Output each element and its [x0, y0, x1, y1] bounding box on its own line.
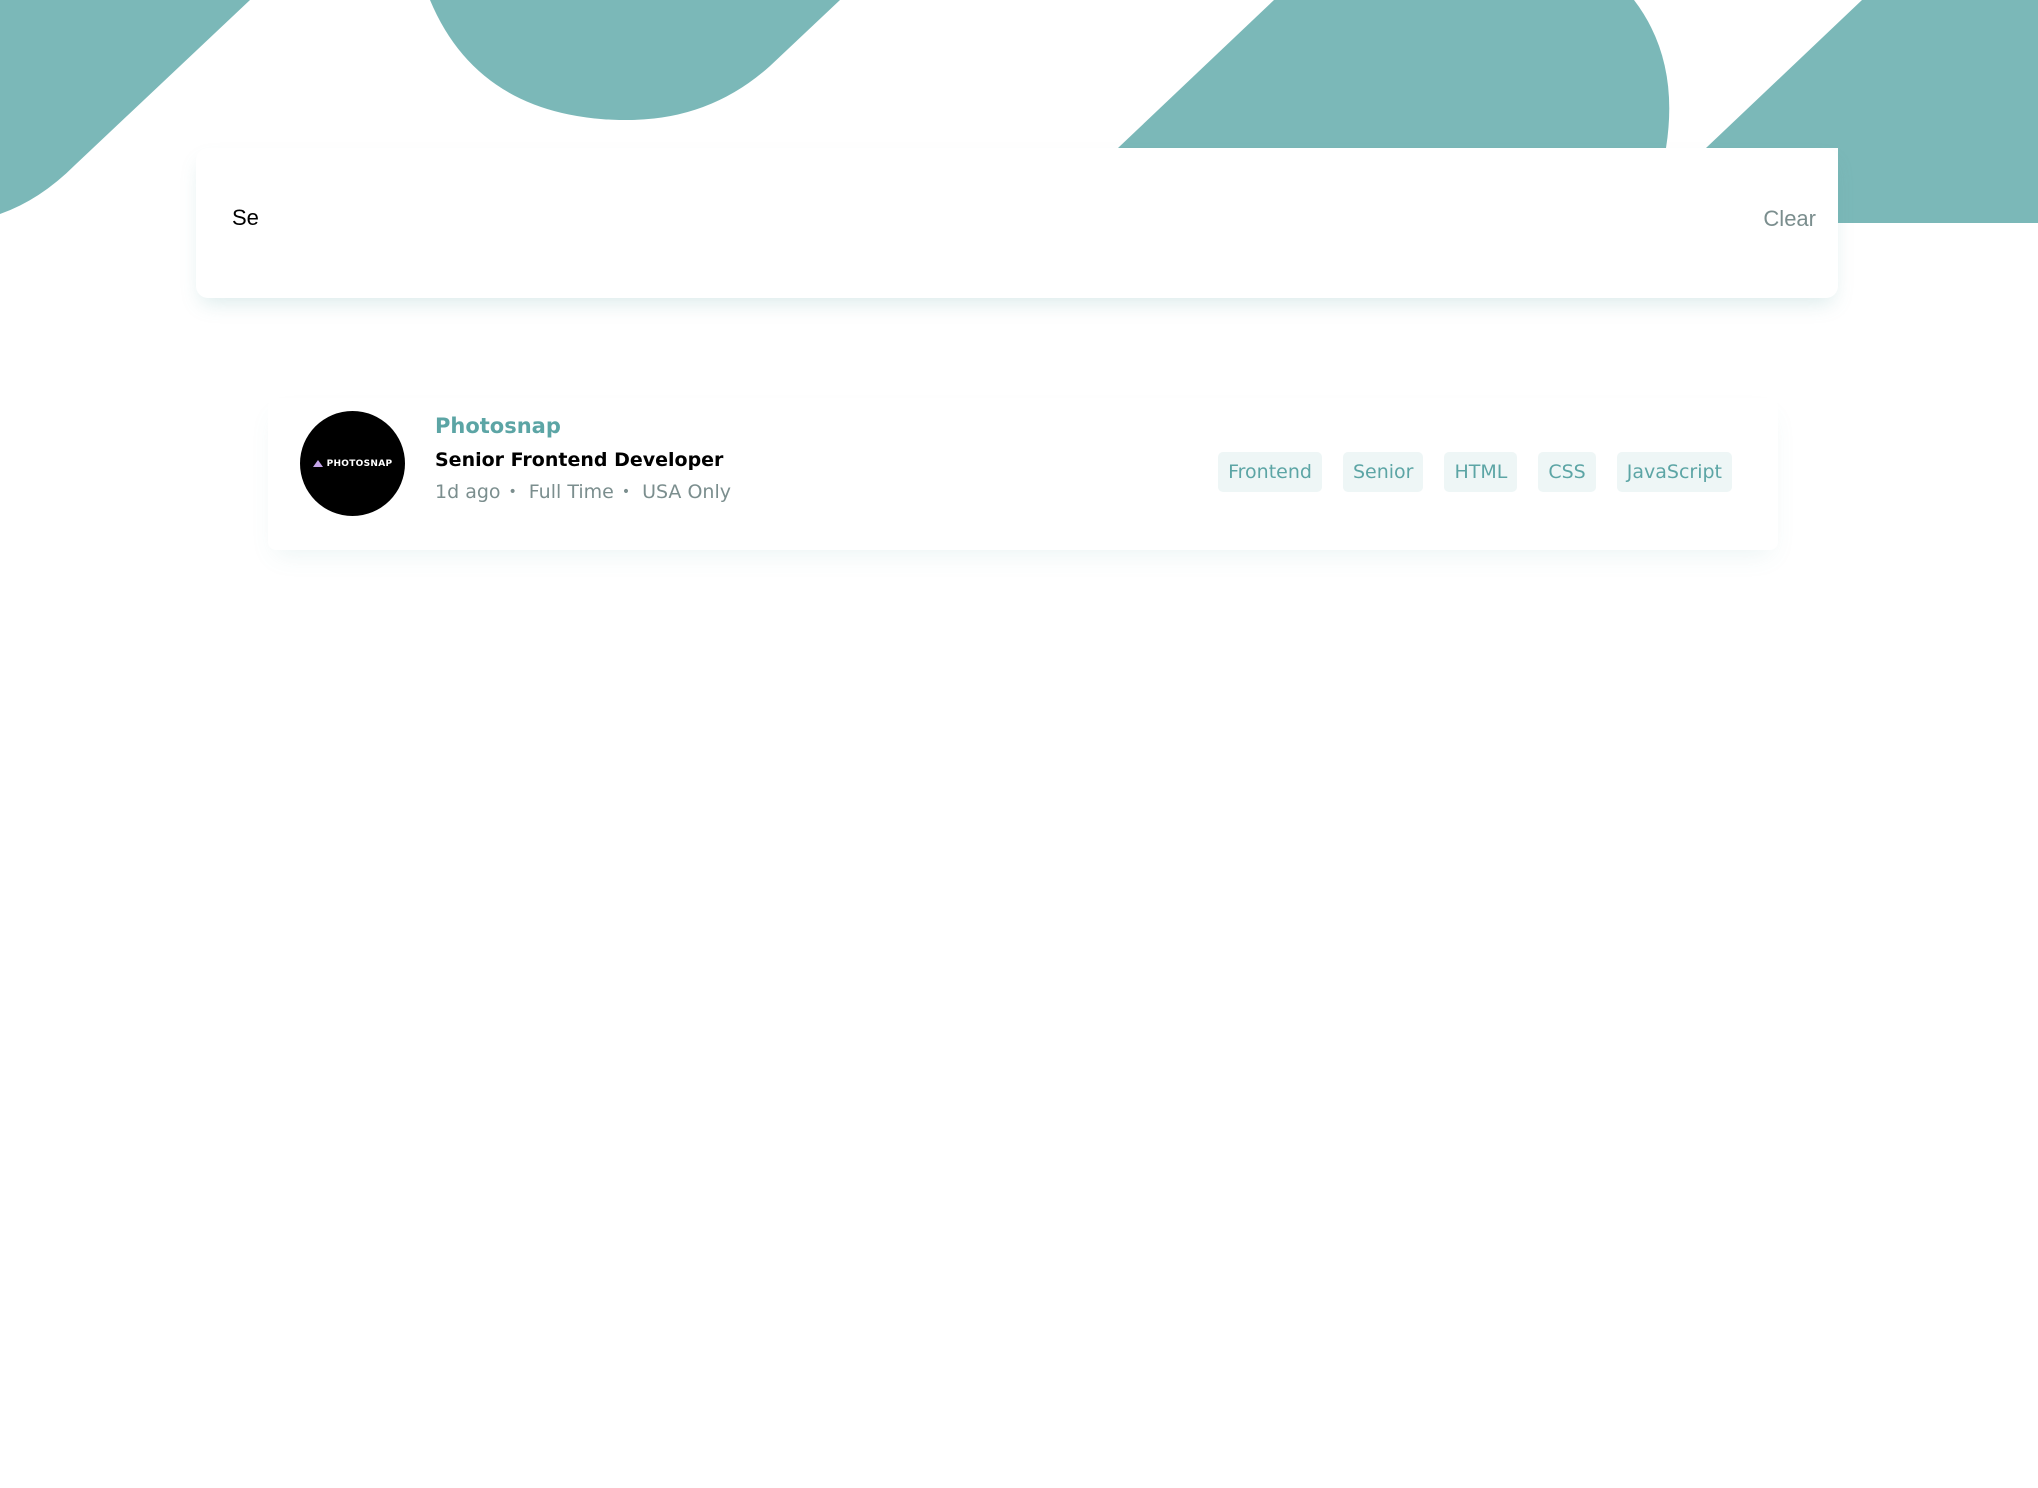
clear-button[interactable]: Clear — [1763, 206, 1816, 232]
header-shape-right-arch — [1118, 0, 1670, 148]
tag-css[interactable]: CSS — [1538, 452, 1596, 492]
job-location: USA Only — [642, 481, 731, 503]
job-tag-list: Frontend Senior HTML CSS JavaScript — [1218, 452, 1732, 492]
tag-senior[interactable]: Senior — [1342, 452, 1424, 492]
job-info: Photosnap Senior Frontend Developer 1d a… — [435, 412, 731, 504]
photosnap-mark-icon — [312, 460, 323, 467]
separator-dot-icon: • — [621, 484, 631, 500]
tag-html[interactable]: HTML — [1444, 452, 1518, 492]
tag-frontend[interactable]: Frontend — [1218, 452, 1322, 492]
tag-javascript[interactable]: JavaScript — [1616, 452, 1732, 492]
job-position-title[interactable]: Senior Frontend Developer — [435, 448, 731, 472]
job-meta: 1d ago • Full Time • USA Only — [435, 480, 731, 504]
job-contract: Full Time — [528, 481, 614, 503]
job-card: PHOTOSNAP Photosnap Senior Frontend Deve… — [268, 398, 1778, 550]
search-input[interactable] — [232, 198, 1532, 238]
company-logo-text: PHOTOSNAP — [326, 458, 393, 469]
company-logo: PHOTOSNAP — [300, 411, 405, 516]
separator-dot-icon: • — [508, 484, 517, 500]
filter-search-bar: Clear — [196, 148, 1838, 298]
page: Clear PHOTOSNAP Photosnap Senior Fronten… — [0, 0, 2038, 1488]
job-posted-at: 1d ago — [435, 481, 501, 503]
company-name: Photosnap — [435, 414, 561, 438]
company-logo-wordmark: PHOTOSNAP — [312, 458, 393, 469]
header-shape-semicircle — [430, 0, 840, 120]
